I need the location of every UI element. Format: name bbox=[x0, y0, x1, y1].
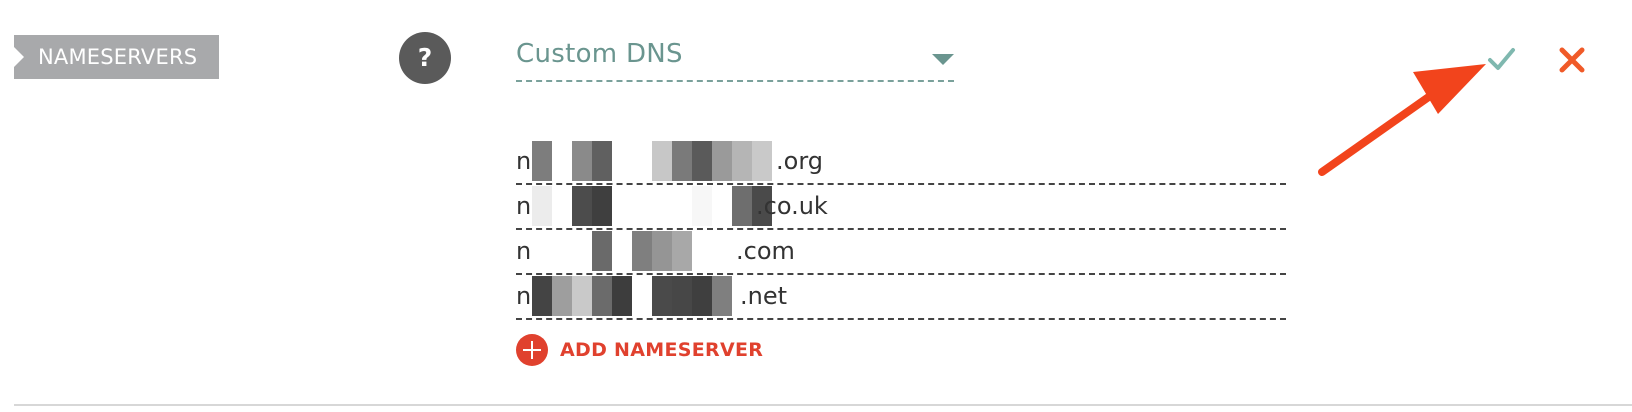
dropdown-caret-icon bbox=[932, 54, 954, 65]
nameserver-suffix: .org bbox=[776, 147, 823, 175]
nameserver-suffix: .co.uk bbox=[756, 192, 828, 220]
redacted-pixels bbox=[532, 141, 772, 181]
add-nameserver-button[interactable]: ADD NAMESERVER bbox=[516, 334, 763, 366]
nameserver-input-3[interactable]: n .com bbox=[516, 230, 1286, 275]
add-nameserver-label: ADD NAMESERVER bbox=[560, 339, 764, 361]
nameservers-label: NAMESERVERS bbox=[14, 35, 219, 79]
nameservers-label-text: NAMESERVERS bbox=[38, 45, 198, 69]
nameserver-input-4[interactable]: n .net bbox=[516, 275, 1286, 320]
nameserver-prefix: n bbox=[516, 192, 532, 220]
help-icon[interactable]: ? bbox=[399, 32, 451, 84]
dns-type-value: Custom DNS bbox=[516, 39, 683, 69]
help-icon-glyph: ? bbox=[417, 43, 433, 72]
redacted-pixels bbox=[532, 186, 772, 226]
nameserver-suffix: .net bbox=[740, 282, 788, 310]
nameserver-list: n .org n .co.uk n .com n .net bbox=[516, 140, 1286, 320]
redacted-pixels bbox=[532, 231, 752, 271]
nameserver-prefix: n bbox=[516, 282, 532, 310]
nameserver-prefix: n bbox=[516, 237, 532, 265]
close-icon[interactable] bbox=[1558, 46, 1586, 74]
annotation-arrow-icon bbox=[1318, 64, 1486, 176]
dns-type-select[interactable]: Custom DNS bbox=[516, 32, 954, 82]
tag-notch bbox=[14, 47, 24, 67]
nameserver-input-1[interactable]: n .org bbox=[516, 140, 1286, 185]
redacted-pixels bbox=[532, 276, 732, 316]
plus-circle-icon bbox=[516, 334, 548, 366]
checkmark-icon[interactable] bbox=[1486, 44, 1516, 74]
nameserver-input-2[interactable]: n .co.uk bbox=[516, 185, 1286, 230]
nameserver-suffix: .com bbox=[736, 237, 795, 265]
nameserver-prefix: n bbox=[516, 147, 532, 175]
section-divider bbox=[14, 404, 1632, 406]
